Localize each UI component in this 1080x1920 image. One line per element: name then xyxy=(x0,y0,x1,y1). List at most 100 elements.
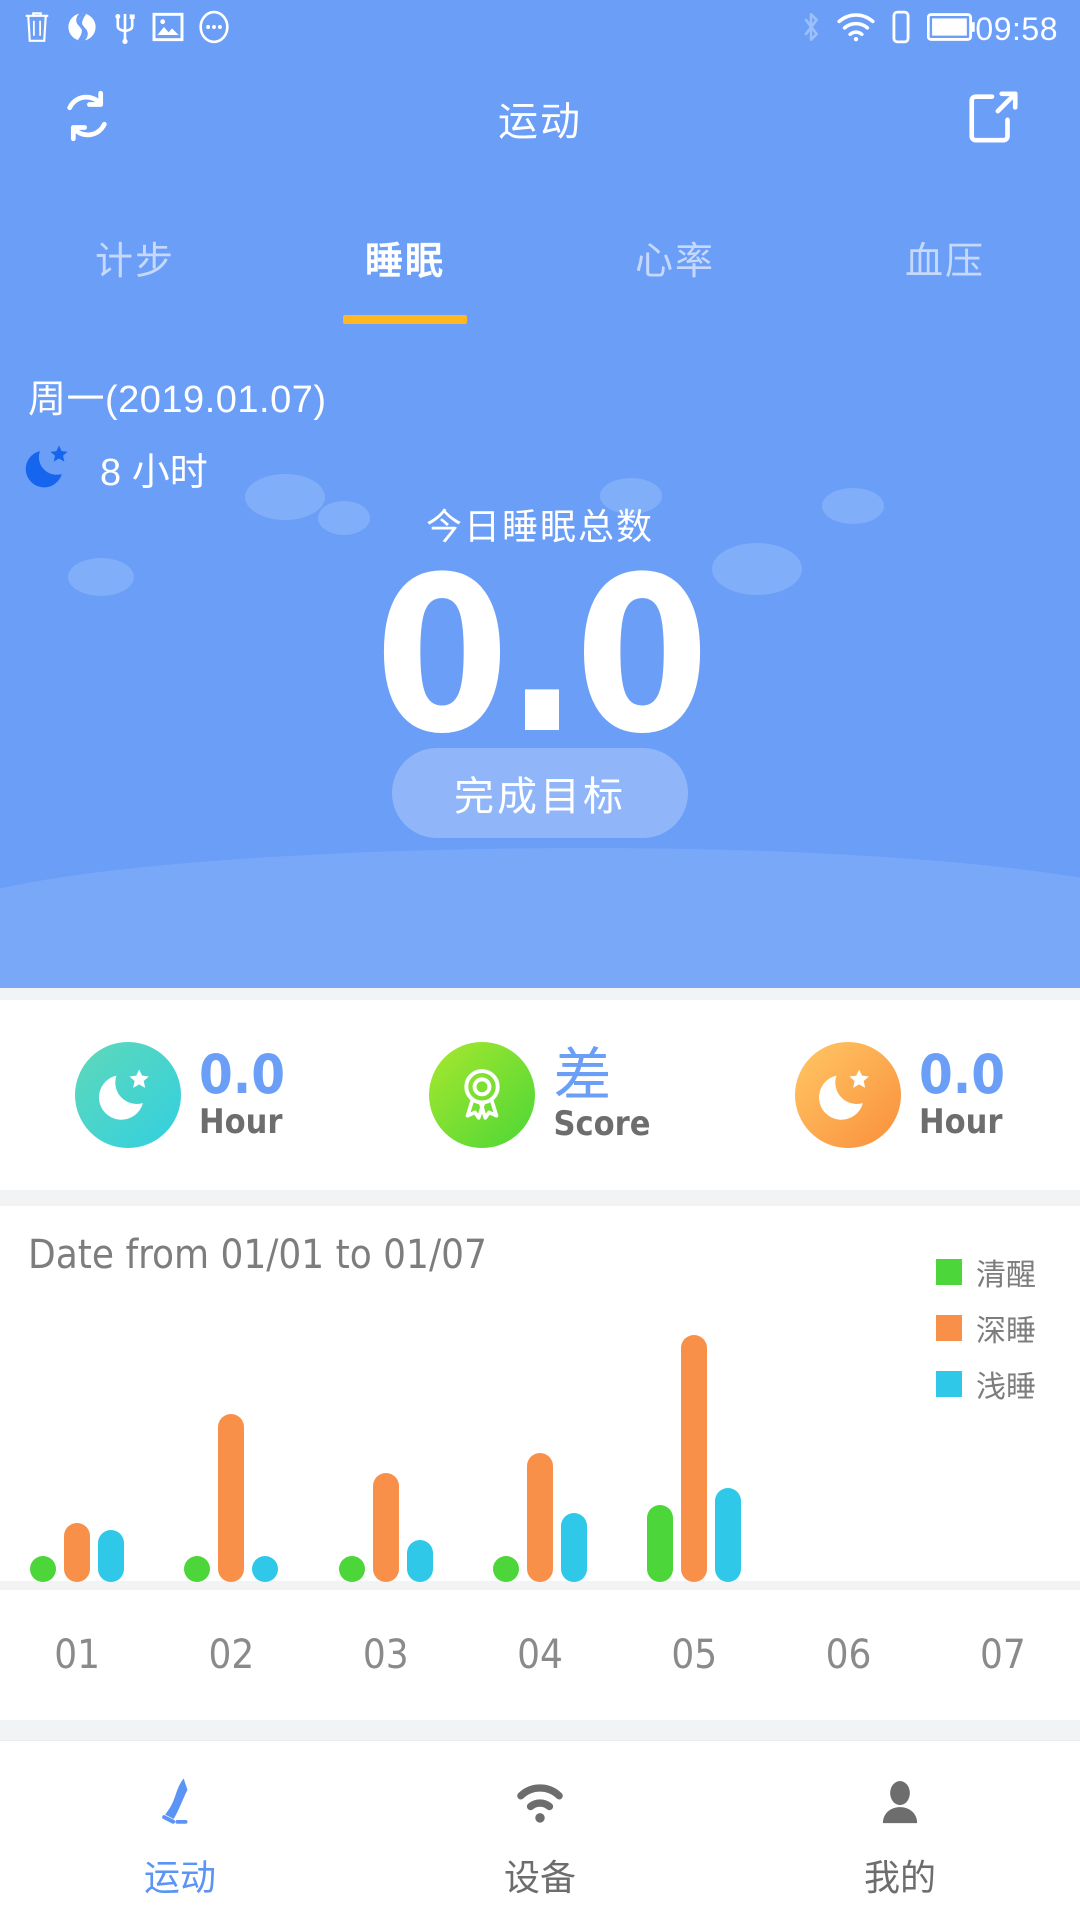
tab-steps-label: 计步 xyxy=(94,241,175,283)
bar xyxy=(681,1334,708,1582)
bar xyxy=(338,1556,365,1582)
bar xyxy=(372,1473,399,1582)
bar-group xyxy=(154,1310,308,1582)
axis-tick-label: 06 xyxy=(825,1632,872,1678)
sleep-goal-hours: 8 小时 xyxy=(100,452,208,494)
stat-text-block: 差 Score xyxy=(553,1046,650,1144)
running-shoe-icon xyxy=(149,1761,211,1835)
bar-group xyxy=(771,1310,925,1582)
hero-wave-front xyxy=(0,848,1080,988)
tab-underline xyxy=(613,315,737,324)
more-icon xyxy=(198,10,230,49)
nav-item-profile[interactable]: 我的 xyxy=(720,1761,1080,1901)
page-title: 运动 xyxy=(498,100,582,144)
axis-tick-label: 04 xyxy=(517,1632,563,1678)
refresh-button[interactable] xyxy=(54,85,120,151)
sim-icon xyxy=(890,10,912,49)
chart-title: Date from 01/01 to 01/07 xyxy=(28,1232,487,1278)
tab-bloodpressure-label: 血压 xyxy=(904,241,985,283)
stat-light-sleep-hours[interactable]: 0.0 Hour xyxy=(720,1042,1080,1148)
legend-swatch-awake xyxy=(936,1259,962,1285)
bluetooth-icon xyxy=(800,10,822,49)
globe-icon xyxy=(66,10,98,49)
axis-tick-label: 03 xyxy=(362,1632,409,1678)
status-bar-left-icons xyxy=(22,10,230,49)
bar-group xyxy=(926,1310,1080,1582)
stat-value: 差 xyxy=(553,1041,612,1109)
nav-item-sport[interactable]: 运动 xyxy=(0,1761,360,1901)
bar-group xyxy=(0,1310,154,1582)
bottom-navigation: 运动 设备 我的 xyxy=(0,1740,1080,1920)
moon-star-icon xyxy=(97,1062,159,1129)
bar xyxy=(98,1530,125,1582)
axis-tick-label: 01 xyxy=(54,1632,101,1678)
device-signal-icon xyxy=(509,1761,571,1835)
tab-heartrate[interactable]: 心率 xyxy=(540,208,810,338)
tab-heartrate-label: 心率 xyxy=(634,241,715,283)
complete-goal-button[interactable]: 完成目标 xyxy=(392,748,688,838)
app-header: 运动 xyxy=(0,58,1080,178)
stat-unit: Score xyxy=(553,1104,651,1144)
tab-underline-active xyxy=(343,315,467,324)
stat-unit: Hour xyxy=(198,1102,283,1142)
nav-item-profile-label: 我的 xyxy=(863,1856,936,1898)
image-icon xyxy=(152,11,184,48)
legend-label-awake: 清醒 xyxy=(976,1259,1036,1292)
bar xyxy=(492,1556,519,1582)
battery-icon xyxy=(927,12,976,47)
tab-sleep[interactable]: 睡眠 xyxy=(270,208,540,338)
status-bar: 09:58 xyxy=(0,0,1080,58)
bar xyxy=(715,1488,742,1582)
nav-item-device-label: 设备 xyxy=(503,1856,576,1898)
sleep-bar-chart xyxy=(0,1310,1080,1582)
app-root: 09:58 运动 计步 睡眠 心率 血压 周一(2019.01.07) 8 小时… xyxy=(0,0,1080,1920)
stat-value: 0.0 xyxy=(198,1043,286,1106)
sleep-stats-card: 0.0 Hour 差 Score 0.0 Hour xyxy=(0,1000,1080,1190)
bar xyxy=(526,1453,553,1582)
stat-value: 0.0 xyxy=(918,1043,1006,1106)
person-icon xyxy=(869,1761,931,1835)
axis-tick-label: 02 xyxy=(208,1632,255,1678)
sleep-hero-panel: 运动 计步 睡眠 心率 血压 周一(2019.01.07) 8 小时 今日睡眠总… xyxy=(0,58,1080,988)
metric-tabs: 计步 睡眠 心率 血压 xyxy=(0,208,1080,338)
bar-group xyxy=(309,1310,463,1582)
axis-tick-label: 07 xyxy=(979,1632,1026,1678)
share-external-icon xyxy=(964,87,1022,150)
sleep-goal-row: 8 小时 xyxy=(24,440,208,497)
stat-unit: Hour xyxy=(918,1102,1003,1142)
trash-icon xyxy=(22,10,52,49)
stat-deep-sleep-hours[interactable]: 0.0 Hour xyxy=(0,1042,360,1148)
tab-bloodpressure[interactable]: 血压 xyxy=(810,208,1080,338)
stat-icon-circle-teal xyxy=(74,1042,181,1148)
tab-steps[interactable]: 计步 xyxy=(0,208,270,338)
status-bar-clock: 09:58 xyxy=(975,10,1058,47)
hero-total-value: 0.0 xyxy=(374,530,710,781)
bar xyxy=(184,1556,211,1582)
bar xyxy=(218,1413,245,1582)
nav-item-sport-label: 运动 xyxy=(143,1856,216,1898)
medal-icon xyxy=(451,1062,513,1129)
tab-underline xyxy=(73,315,197,324)
chart-x-axis: 01 02 03 04 05 06 07 xyxy=(0,1590,1080,1720)
stat-icon-circle-orange xyxy=(794,1042,901,1148)
stat-text-block: 0.0 Hour xyxy=(918,1043,1006,1143)
nav-item-device[interactable]: 设备 xyxy=(360,1761,720,1901)
wifi-icon xyxy=(837,12,875,47)
stat-sleep-score[interactable]: 差 Score xyxy=(360,1042,720,1148)
bar xyxy=(406,1539,433,1582)
bar xyxy=(64,1522,91,1582)
selected-date: 周一(2019.01.07) xyxy=(28,379,327,421)
tab-sleep-label: 睡眠 xyxy=(364,241,445,283)
moon-star-icon xyxy=(817,1062,879,1129)
bar xyxy=(252,1556,279,1582)
bar xyxy=(30,1556,57,1582)
legend-item-awake: 清醒 xyxy=(936,1250,1036,1294)
status-bar-right-icons xyxy=(800,10,976,49)
bar-group xyxy=(463,1310,617,1582)
tab-underline xyxy=(883,315,1007,324)
stat-text-block: 0.0 Hour xyxy=(198,1043,286,1143)
refresh-icon xyxy=(56,85,118,152)
bar-group xyxy=(617,1310,771,1582)
bar xyxy=(560,1512,587,1582)
share-button[interactable] xyxy=(960,85,1026,151)
